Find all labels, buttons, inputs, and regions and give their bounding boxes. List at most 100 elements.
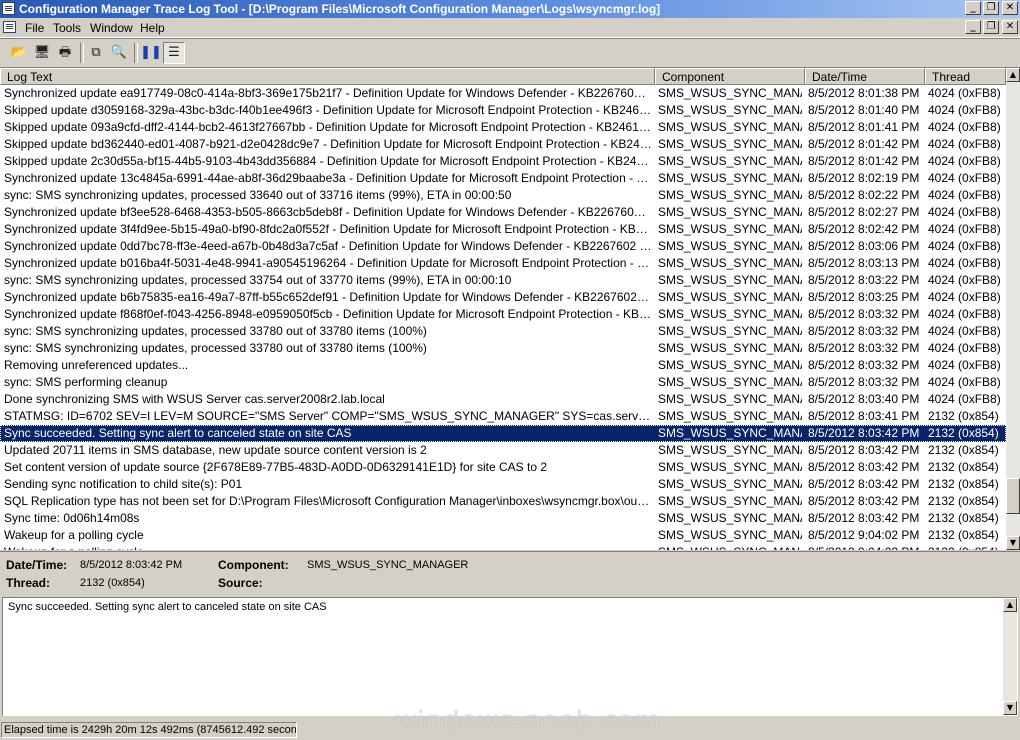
component-cell: SMS_WSUS_SYNC_MANAGI [658,290,802,304]
log-row[interactable]: Synchronized update bf3ee528-6468-4353-b… [0,204,1006,221]
scroll-down-icon[interactable]: ▼ [1006,536,1020,550]
log-row[interactable]: sync: SMS synchronizing updates, process… [0,323,1006,340]
thread-cell: 4024 (0xFB8) [928,358,1001,372]
log-text-cell: Sync time: 0d06h14m08s [4,511,140,525]
child-close-button[interactable]: ✕ [1002,20,1018,34]
thread-cell: 4024 (0xFB8) [928,273,1001,287]
print-icon[interactable]: 🖶 [54,42,76,64]
log-row[interactable]: Synchronized update b6b75835-ea16-49a7-8… [0,289,1006,306]
log-row[interactable]: Sync time: 0d06h14m08s SMS_WSUS_SYNC_MANA… [0,510,1006,527]
log-row[interactable]: sync: SMS performing cleanup SMS_WSUS_SYN… [0,374,1006,391]
menu-tools[interactable]: Tools [53,21,81,35]
column-datetime[interactable]: Date/Time [805,68,925,85]
source-label: Source: [218,576,263,590]
datetime-cell: 8/5/2012 8:01:40 PM [808,103,920,117]
log-row[interactable]: Synchronized update f868f0ef-f043-4256-8… [0,306,1006,323]
filter-icon[interactable]: ☰ [163,42,185,64]
log-text-cell: Sending sync notification to child site(… [4,477,243,491]
app-icon[interactable] [2,2,15,15]
log-text-cell: Skipped update bd362440-ed01-4087-b921-d… [4,137,652,151]
log-text-cell: Synchronized update 3f4fd9ee-5b15-49a0-b… [4,222,652,236]
log-text-cell: Skipped update d3059168-329a-43bc-b3dc-f… [4,103,652,117]
log-row[interactable]: Skipped update bd362440-ed01-4087-b921-d… [0,136,1006,153]
log-row[interactable]: Skipped update 2c30d55a-bf15-44b5-9103-4… [0,153,1006,170]
copy-icon[interactable]: ⧉ [85,42,107,64]
computer-icon[interactable]: 🖥 [31,42,53,64]
log-text-cell: Synchronized update ea917749-08c0-414a-8… [4,86,652,100]
child-minimize-button[interactable]: _ [965,20,981,34]
minimize-button[interactable]: _ [965,1,981,15]
datetime-cell: 8/5/2012 8:03:13 PM [808,256,920,270]
datetime-cell: 8/5/2012 8:03:06 PM [808,239,920,253]
log-row[interactable]: STATMSG: ID=6702 SEV=I LEV=M SOURCE="SMS… [0,408,1006,425]
log-text-cell: sync: SMS synchronizing updates, process… [4,273,512,287]
message-box[interactable]: Sync succeeded. Setting sync alert to ca… [2,597,1018,716]
log-text-cell: Updated 20711 items in SMS database, new… [4,443,427,457]
scroll-up-icon[interactable]: ▲ [1006,68,1020,82]
datetime-cell: 8/5/2012 8:02:27 PM [808,205,920,219]
menu-window[interactable]: Window [90,21,133,35]
component-cell: SMS_WSUS_SYNC_MANAGI [658,341,802,355]
log-row[interactable]: Synchronized update 13c4845a-6991-44ae-a… [0,170,1006,187]
pause-icon[interactable]: ❚❚ [140,42,162,64]
open-folder-icon[interactable]: 📂 [8,42,30,64]
log-row[interactable]: Set content version of update source {2F… [0,459,1006,476]
log-row[interactable]: Sending sync notification to child site(… [0,476,1006,493]
datetime-cell: 8/5/2012 8:03:42 PM [808,511,920,525]
thread-cell: 2132 (0x854) [928,426,999,440]
scroll-thumb[interactable] [1006,478,1020,514]
log-row[interactable]: Synchronized update 3f4fd9ee-5b15-49a0-b… [0,221,1006,238]
log-scrollbar[interactable]: ▲ ▼ [1006,68,1020,550]
scroll-up-icon[interactable]: ▲ [1003,598,1017,612]
column-log-text[interactable]: Log Text [0,68,655,85]
menu-help[interactable]: Help [140,21,165,35]
component-cell: SMS_WSUS_SYNC_MANAGI [658,409,802,423]
scroll-down-icon[interactable]: ▼ [1003,701,1017,715]
document-icon[interactable] [3,21,16,33]
log-row[interactable]: Synchronized update ea917749-08c0-414a-8… [0,85,1006,102]
log-row[interactable]: Done synchronizing SMS with WSUS Server … [0,391,1006,408]
log-row[interactable]: Skipped update d3059168-329a-43bc-b3dc-f… [0,102,1006,119]
datetime-cell: 8/5/2012 8:03:25 PM [808,290,920,304]
log-list[interactable]: Log Text Component Date/Time Thread Sync… [0,67,1020,550]
log-text-cell: sync: SMS synchronizing updates, process… [4,324,427,338]
message-scrollbar[interactable]: ▲ ▼ [1003,598,1017,715]
log-row[interactable]: Sync succeeded. Setting sync alert to ca… [0,425,1006,442]
log-text-cell: Done synchronizing SMS with WSUS Server … [4,392,385,406]
thread-cell: 2132 (0x854) [928,460,999,474]
child-restore-button[interactable]: ❐ [983,20,999,34]
component-cell: SMS_WSUS_SYNC_MANAGI [658,171,802,185]
log-row[interactable]: Wakeup for a polling cycle SMS_WSUS_SYNC_… [0,527,1006,544]
thread-cell: 4024 (0xFB8) [928,103,1001,117]
log-row[interactable]: Skipped update 093a9cfd-dff2-4144-bcb2-4… [0,119,1006,136]
component-cell: SMS_WSUS_SYNC_MANAGI [658,426,802,440]
column-component[interactable]: Component [655,68,805,85]
datetime-cell: 8/5/2012 8:01:42 PM [808,154,920,168]
component-cell: SMS_WSUS_SYNC_MANAGI [658,392,802,406]
log-row[interactable]: Wakeup for a polling cycle SMS_WSUS_SYNC_… [0,544,1006,550]
log-text-cell: Synchronized update 0dd7bc78-ff3e-4eed-a… [4,239,652,253]
log-text-cell: SQL Replication type has not been set fo… [4,494,652,508]
thread-label: Thread: [6,576,51,590]
log-row[interactable]: sync: SMS synchronizing updates, process… [0,187,1006,204]
log-row[interactable]: SQL Replication type has not been set fo… [0,493,1006,510]
log-row[interactable]: sync: SMS synchronizing updates, process… [0,340,1006,357]
close-button[interactable]: ✕ [1002,1,1018,15]
log-row[interactable]: Removing unreferenced updates... SMS_WSUS… [0,357,1006,374]
toolbar-separator [80,43,84,63]
component-value: SMS_WSUS_SYNC_MANAGER [307,559,469,571]
column-thread[interactable]: Thread [925,68,1006,85]
component-cell: SMS_WSUS_SYNC_MANAGI [658,324,802,338]
log-row[interactable]: Synchronized update 0dd7bc78-ff3e-4eed-a… [0,238,1006,255]
menu-file[interactable]: File [25,21,44,35]
log-row[interactable]: sync: SMS synchronizing updates, process… [0,272,1006,289]
log-row[interactable]: Synchronized update b016ba4f-5031-4e48-9… [0,255,1006,272]
column-header: Log Text Component Date/Time Thread [0,68,1006,85]
log-row[interactable]: Updated 20711 items in SMS database, new… [0,442,1006,459]
find-icon[interactable]: 🔍 [108,42,130,64]
component-cell: SMS_WSUS_SYNC_MANAGI [658,154,802,168]
component-cell: SMS_WSUS_SYNC_MANAGI [658,120,802,134]
thread-cell: 4024 (0xFB8) [928,307,1001,321]
datetime-cell: 8/5/2012 8:03:42 PM [808,494,920,508]
maximize-button[interactable]: ❐ [983,1,999,15]
